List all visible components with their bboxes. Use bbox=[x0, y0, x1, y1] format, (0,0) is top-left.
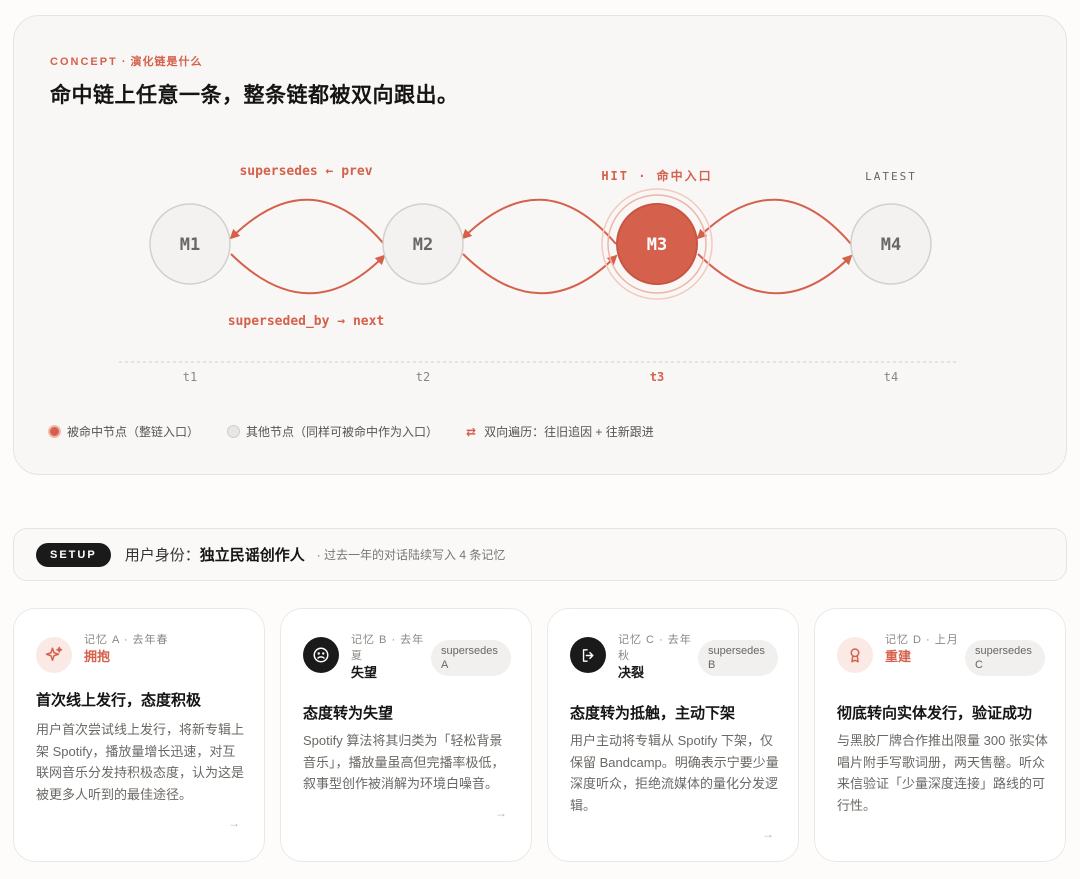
card-title: 态度转为抵触，主动下架 bbox=[570, 705, 736, 722]
supersedes-tag: supersedes B bbox=[698, 640, 778, 676]
arc-supersedes-m3-m2 bbox=[461, 198, 617, 245]
setup-bar: SETUP 用户身份： 独立民谣创作人 · 过去一年的对话陆续写入 4 条记忆 bbox=[13, 528, 1067, 581]
arc-superseded-by-m1-m2 bbox=[230, 253, 386, 295]
card-title: 彻底转向实体发行，验证成功 bbox=[837, 705, 1033, 722]
setup-pill: SETUP bbox=[36, 542, 111, 567]
node-m1[interactable]: M1 bbox=[149, 203, 231, 285]
label-hit: HIT · 命中入口 bbox=[601, 168, 712, 183]
card-title: 首次线上发行，态度积极 bbox=[36, 692, 202, 709]
arc-superseded-by-m3-m4 bbox=[697, 253, 853, 295]
card-arrow-icon[interactable]: → bbox=[228, 816, 240, 830]
memory-card-c[interactable]: 记忆 C · 去年秋 决裂 supersedes B 态度转为抵触，主动下架 用… bbox=[547, 608, 799, 862]
concept-panel: CONCEPT · 演化链是什么 命中链上任意一条，整条链都被双向跟出。 M1 M… bbox=[13, 15, 1067, 475]
label-latest: LATEST bbox=[865, 170, 917, 183]
card-arrow-icon[interactable]: → bbox=[495, 806, 507, 820]
time-label-t2: t2 bbox=[416, 370, 430, 384]
card-title: 态度转为失望 bbox=[303, 705, 394, 722]
arc-supersedes-m2-m1 bbox=[229, 198, 385, 245]
card-arrow-icon[interactable]: → bbox=[762, 827, 774, 841]
time-label-t1: t1 bbox=[183, 370, 197, 384]
arc-supersedes-m4-m3 bbox=[696, 198, 852, 245]
other-dot-icon bbox=[227, 425, 241, 438]
legend-hit: 被命中节点（整链入口） bbox=[48, 423, 199, 440]
node-label: M3 bbox=[647, 235, 667, 255]
identity-label: 用户身份： bbox=[124, 547, 200, 564]
node-m4[interactable]: M4 bbox=[850, 203, 932, 285]
card-body: 用户主动将专辑从 Spotify 下架，仅保留 Bandcamp。明确表示宁要少… bbox=[570, 733, 779, 813]
node-m2[interactable]: M2 bbox=[382, 203, 464, 285]
card-body: Spotify 算法将其归类为「轻松背景音乐」，播放量虽高但完播率极低，叙事型创… bbox=[303, 733, 505, 791]
memory-card-b[interactable]: 记忆 B · 去年夏 失望 supersedes A 态度转为失望 Spotif… bbox=[280, 608, 532, 862]
time-label-t4: t4 bbox=[884, 370, 898, 384]
sparkle-icon bbox=[36, 637, 72, 673]
hit-dot-icon bbox=[48, 425, 61, 438]
label-supersedes: supersedes ← prev bbox=[239, 164, 372, 179]
exit-arrow-icon bbox=[570, 637, 606, 673]
arc-superseded-by-m2-m3 bbox=[462, 253, 618, 295]
setup-note: · 过去一年的对话陆续写入 4 条记忆 bbox=[316, 548, 506, 562]
supersedes-tag: supersedes C bbox=[965, 640, 1045, 676]
card-meta: 记忆 C · 去年秋 决裂 bbox=[618, 634, 692, 680]
card-meta: 记忆 A · 去年春 拥抱 bbox=[84, 634, 169, 664]
bidirectional-arrow-icon: ⇄ bbox=[466, 424, 477, 439]
legend: 被命中节点（整链入口） 其他节点（同样可被命中作为入口） ⇄ 双向遍历：往旧追因 … bbox=[48, 423, 682, 440]
supersedes-tag: supersedes A bbox=[431, 640, 511, 676]
node-label: M1 bbox=[180, 235, 200, 255]
identity-value: 独立民谣创作人 bbox=[199, 547, 305, 564]
evolution-chain-diagram: M1 M2 M3 M4 supersedes ← prev superseded_by… bbox=[119, 164, 959, 384]
card-meta: 记忆 B · 去年夏 失望 bbox=[351, 634, 425, 680]
card-body: 用户首次尝试线上发行，将新专辑上架 Spotify，播放量增长迅速，对互联网音乐… bbox=[36, 722, 245, 802]
time-label-t3: t3 bbox=[650, 370, 664, 384]
award-ribbon-icon bbox=[837, 637, 873, 673]
frown-face-icon bbox=[303, 637, 339, 673]
memory-card-a[interactable]: 记忆 A · 去年春 拥抱 首次线上发行，态度积极 用户首次尝试线上发行，将新专… bbox=[13, 608, 265, 862]
node-label: M2 bbox=[413, 235, 433, 255]
memory-card-d[interactable]: 记忆 D · 上月 重建 supersedes C 彻底转向实体发行，验证成功 … bbox=[814, 608, 1066, 862]
legend-other: 其他节点（同样可被命中作为入口） bbox=[227, 423, 438, 440]
card-body: 与黑胶厂牌合作推出限量 300 张实体唱片附手写歌词册，两天售罄。听众来信验证「… bbox=[837, 733, 1048, 813]
label-superseded-by: superseded_by → next bbox=[228, 314, 385, 329]
legend-traverse: ⇄ 双向遍历：往旧追因 + 往新跟进 bbox=[466, 424, 654, 440]
node-m3[interactable]: M3 bbox=[616, 203, 698, 285]
node-label: M4 bbox=[881, 235, 901, 255]
card-meta: 记忆 D · 上月 重建 bbox=[885, 634, 959, 664]
